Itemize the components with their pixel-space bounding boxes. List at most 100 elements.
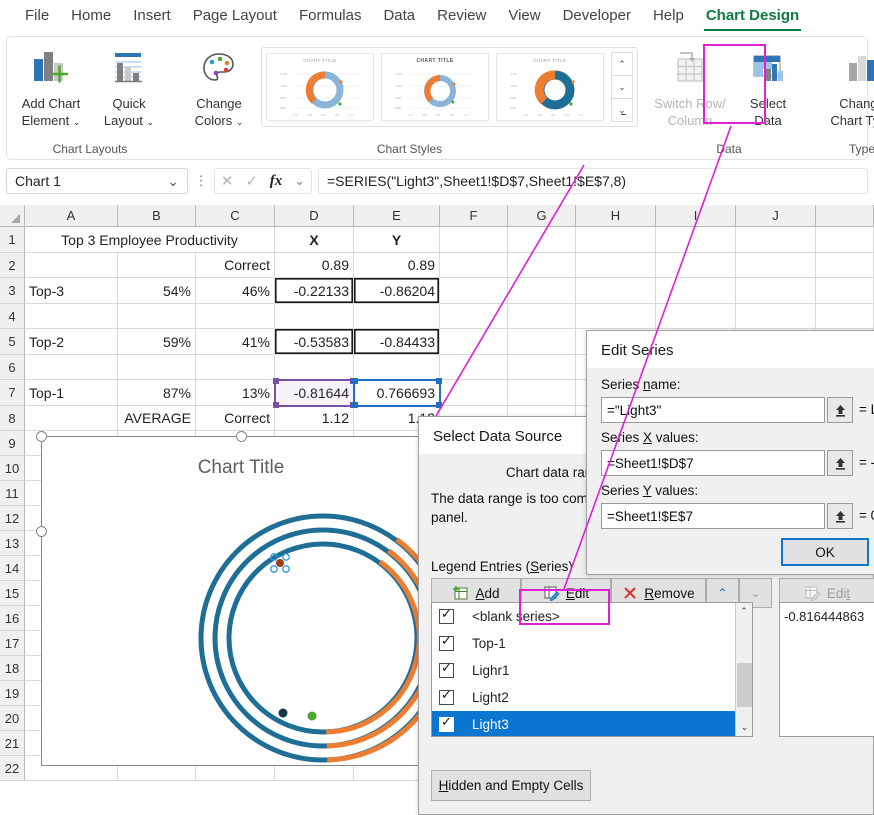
series-name-collapse-button[interactable]	[827, 397, 853, 423]
row-header-13[interactable]: 13	[0, 531, 25, 556]
row-header-20[interactable]: 20	[0, 706, 25, 731]
row-header-4[interactable]: 4	[0, 304, 25, 329]
column-header-e[interactable]: E	[354, 205, 440, 227]
cell-F2[interactable]	[440, 253, 508, 278]
cell-A6[interactable]	[25, 355, 118, 380]
horizontal-categories-list[interactable]: -0.816444863	[779, 602, 874, 737]
cell-D6[interactable]	[275, 355, 354, 380]
cell-D7[interactable]: -0.81644	[275, 380, 354, 406]
scrollbar-thumb[interactable]	[737, 663, 752, 707]
chevron-down-icon[interactable]: ⌄	[147, 117, 155, 127]
column-header-f[interactable]: F	[440, 205, 508, 227]
column-header-c[interactable]: C	[196, 205, 275, 227]
chevron-down-icon[interactable]: ⌄	[236, 117, 244, 127]
row-header-14[interactable]: 14	[0, 556, 25, 581]
cell-A1[interactable]: Top 3 Employee Productivity	[25, 227, 275, 253]
tab-formulas[interactable]: Formulas	[288, 5, 373, 29]
formula-input[interactable]: =SERIES("Light3",Sheet1!$D$7,Sheet1!$E$7…	[318, 168, 868, 194]
scroll-down-arrow[interactable]: ⌄	[736, 719, 753, 736]
series-list-item[interactable]: Light3	[432, 711, 752, 737]
tab-home[interactable]: Home	[60, 5, 122, 29]
chevron-down-icon[interactable]: ⌄	[73, 117, 81, 127]
row-header-11[interactable]: 11	[0, 481, 25, 506]
row-header-16[interactable]: 16	[0, 606, 25, 631]
cell-D3[interactable]: -0.22133	[275, 278, 354, 304]
chart-style-thumbnail[interactable]: CHART TITLE -1.00-0.500.000.50 -1.0-0.50…	[266, 53, 374, 121]
cell-G1[interactable]	[508, 227, 576, 253]
chart-plot-area[interactable]	[42, 437, 440, 765]
series-list-item[interactable]: Light2	[432, 684, 752, 711]
cell-C4[interactable]	[196, 304, 275, 329]
cell-E1[interactable]: Y	[354, 227, 440, 253]
column-header-d[interactable]: D	[275, 205, 354, 227]
chevron-down-icon[interactable]: ⌄	[294, 173, 305, 189]
tab-data[interactable]: Data	[372, 5, 426, 29]
scroll-up-arrow[interactable]: ⌃	[736, 603, 752, 620]
cell-B6[interactable]	[118, 355, 196, 380]
column-header-j[interactable]: J	[736, 205, 816, 227]
row-header-3[interactable]: 3	[0, 278, 25, 304]
cell-C8[interactable]: Correct	[196, 406, 275, 431]
cell-A2[interactable]	[25, 253, 118, 278]
cell-J3[interactable]	[736, 278, 816, 304]
cell-J2[interactable]	[736, 253, 816, 278]
cell-B2[interactable]	[118, 253, 196, 278]
cell-G2[interactable]	[508, 253, 576, 278]
gallery-expand[interactable]: ⌄̲	[612, 99, 632, 121]
series-list-scrollbar[interactable]: ⌃ ⌄	[735, 603, 752, 736]
series-checkbox[interactable]	[439, 636, 454, 651]
series-checkbox[interactable]	[439, 663, 454, 678]
cell-G5[interactable]	[508, 329, 576, 355]
chart-object[interactable]: Chart Title	[41, 436, 441, 766]
row-header-18[interactable]: 18	[0, 656, 25, 681]
series-list-item[interactable]: Top-1	[432, 630, 752, 657]
name-box[interactable]: Chart 1 ⌄	[6, 168, 188, 194]
column-header-g[interactable]: G	[508, 205, 576, 227]
tab-page-layout[interactable]: Page Layout	[182, 5, 288, 29]
tab-developer[interactable]: Developer	[552, 5, 642, 29]
cell-F3[interactable]	[440, 278, 508, 304]
cell-E5[interactable]: -0.84433	[354, 329, 440, 355]
series-list-item[interactable]: Lighr1	[432, 657, 752, 684]
cell-H1[interactable]	[576, 227, 656, 253]
chevron-down-icon[interactable]: ⌄	[167, 173, 179, 190]
cell-F7[interactable]	[440, 380, 508, 406]
chart-style-thumbnail[interactable]: CHART TITLE -1.00-0.500.000.50 -1.0-0.50…	[496, 53, 604, 121]
row-header-15[interactable]: 15	[0, 581, 25, 606]
row-header-2[interactable]: 2	[0, 253, 25, 278]
cell-I1[interactable]	[656, 227, 736, 253]
gallery-scroll-down[interactable]: ⌄	[612, 76, 632, 99]
change-chart-type-button[interactable]: Change Chart Type	[820, 41, 874, 129]
cell-K2[interactable]	[816, 253, 874, 278]
chart-resize-handle-tl[interactable]	[36, 431, 47, 442]
chart-resize-handle-tc[interactable]	[236, 431, 247, 442]
change-colors-button[interactable]: Change Colors ⌄	[183, 41, 255, 131]
cell-F1[interactable]	[440, 227, 508, 253]
cell-F6[interactable]	[440, 355, 508, 380]
cell-I4[interactable]	[656, 304, 736, 329]
chart-style-thumbnail[interactable]: CHART TITLE -1.00-0.500.000.50 -1.0-0.50…	[381, 53, 489, 121]
cell-E3[interactable]: -0.86204	[354, 278, 440, 304]
row-header-8[interactable]: 8	[0, 406, 25, 431]
series-name-input[interactable]: ="Light3"	[601, 397, 825, 423]
cell-E6[interactable]	[354, 355, 440, 380]
cell-A7[interactable]: Top-1	[25, 380, 118, 406]
cell-G6[interactable]	[508, 355, 576, 380]
gallery-scroll-up[interactable]: ⌃	[612, 53, 632, 76]
cell-G3[interactable]	[508, 278, 576, 304]
row-header-1[interactable]: 1	[0, 227, 25, 253]
tab-view[interactable]: View	[497, 5, 551, 29]
row-header-22[interactable]: 22	[0, 756, 25, 781]
cell-H2[interactable]	[576, 253, 656, 278]
series-checkbox[interactable]	[439, 609, 454, 624]
cell-J1[interactable]	[736, 227, 816, 253]
gallery-scroll-buttons[interactable]: ⌃ ⌄ ⌄̲	[611, 52, 633, 122]
row-header-17[interactable]: 17	[0, 631, 25, 656]
cell-I3[interactable]	[656, 278, 736, 304]
cancel-icon[interactable]: ✕	[221, 172, 234, 190]
cell-B7[interactable]: 87%	[118, 380, 196, 406]
chart-styles-gallery[interactable]: CHART TITLE -1.00-0.500.000.50 -1.0-0.50…	[261, 47, 638, 127]
series-x-values-input[interactable]: =Sheet1!$D$7	[601, 450, 825, 476]
series-x-collapse-button[interactable]	[827, 450, 853, 476]
row-header-19[interactable]: 19	[0, 681, 25, 706]
